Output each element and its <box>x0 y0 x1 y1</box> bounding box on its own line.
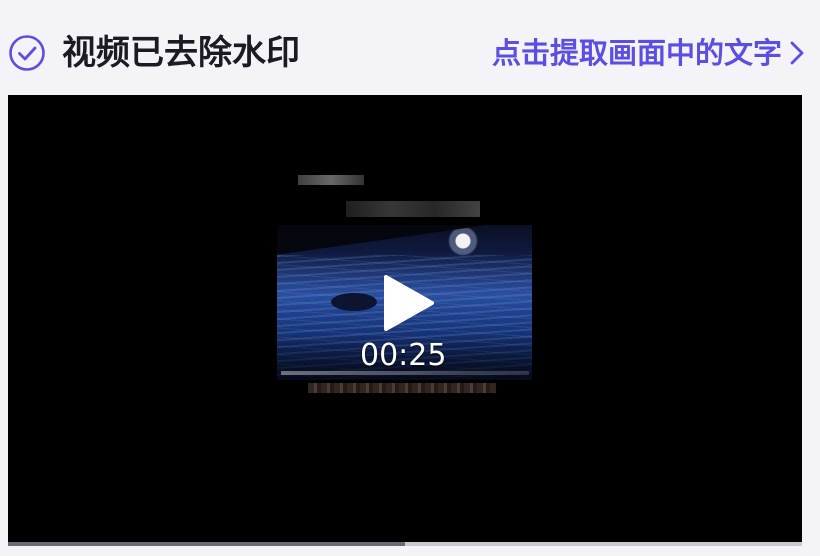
header: 视频已去除水印 点击提取画面中的文字 <box>0 0 820 95</box>
chevron-right-icon[interactable] <box>788 40 806 66</box>
thumbnail-cliff <box>277 225 532 259</box>
blurred-caption-subtitle <box>346 201 480 217</box>
check-circle-icon <box>9 35 45 71</box>
extract-text-label[interactable]: 点击提取画面中的文字 <box>492 33 782 73</box>
thumbnail-rock <box>331 293 377 311</box>
thumbnail-progress-line <box>281 371 529 375</box>
video-duration: 00:25 <box>360 338 447 373</box>
extract-text-link[interactable]: 点击提取画面中的文字 <box>492 33 806 73</box>
blurred-caption-top <box>298 175 364 185</box>
play-icon[interactable] <box>380 273 436 333</box>
status-title: 视频已去除水印 <box>62 33 300 73</box>
playback-progress-track[interactable] <box>405 542 802 546</box>
blurred-caption-bottom <box>308 383 496 393</box>
playback-progress-fill[interactable] <box>8 542 405 546</box>
video-player[interactable]: 00:25 <box>8 95 802 542</box>
